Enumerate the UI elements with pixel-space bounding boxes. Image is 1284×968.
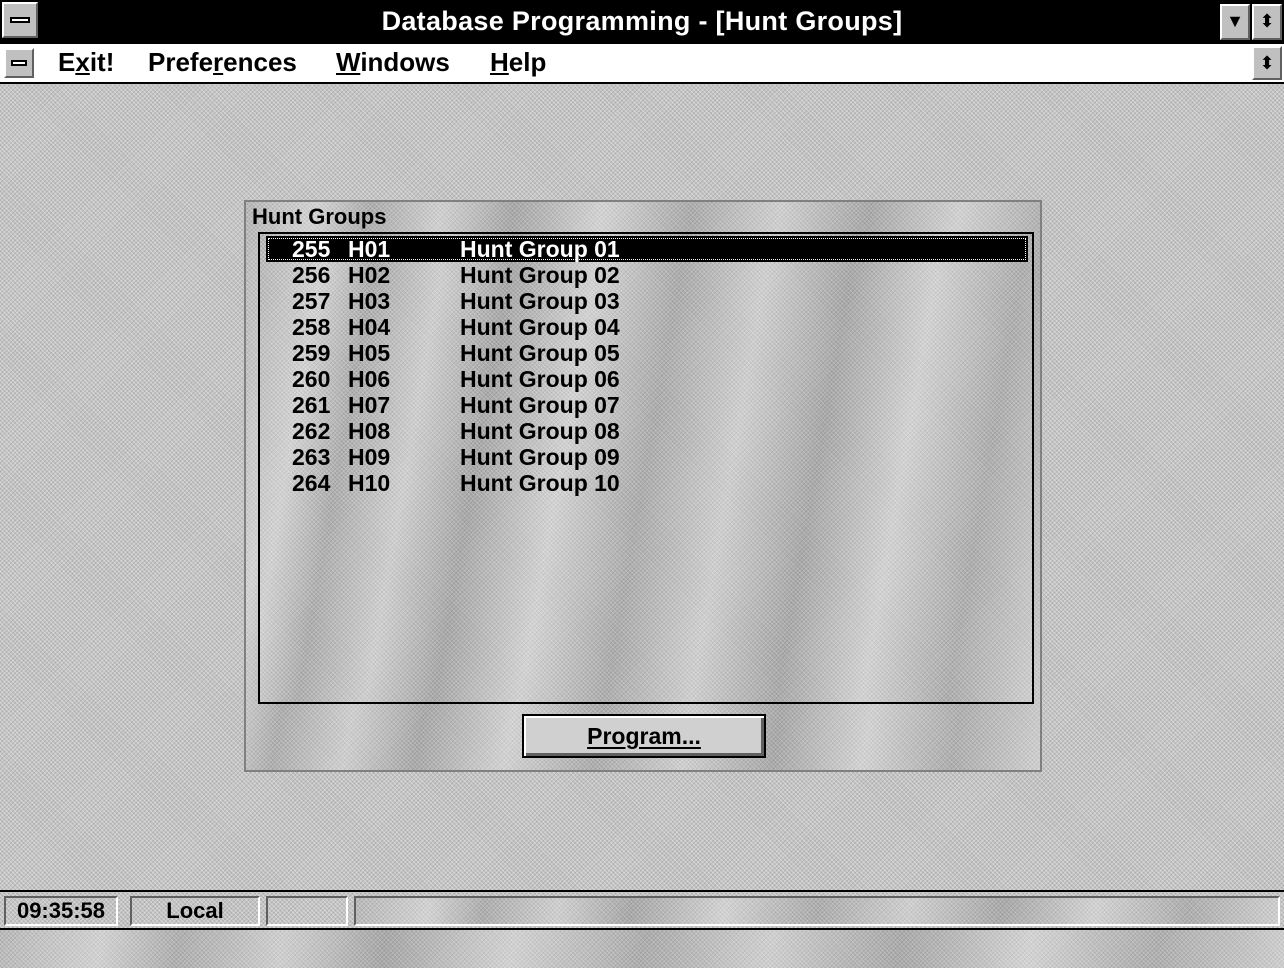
menu-preferences[interactable]: Preferences: [148, 46, 297, 78]
list-item-code: H08: [348, 418, 391, 444]
hunt-groups-list[interactable]: 255 H01 Hunt Group 01 256 H02 Hunt Group 02 25…: [258, 232, 1034, 704]
status-time: 09:35:58: [4, 896, 118, 926]
list-item-name: Hunt Group 10: [460, 470, 620, 496]
restore-button[interactable]: ⬍: [1252, 4, 1282, 40]
list-item-name: Hunt Group 07: [460, 392, 620, 418]
list-item-name: Hunt Group 09: [460, 444, 620, 470]
list-item[interactable]: 261 H07 Hunt Group 07: [266, 392, 1028, 418]
list-item[interactable]: 258 H04 Hunt Group 04: [266, 314, 1028, 340]
list-item-name: Hunt Group 06: [460, 366, 620, 392]
list-item[interactable]: 256 H02 Hunt Group 02: [266, 262, 1028, 288]
program-button-label: Program...: [587, 723, 701, 749]
menu-bar: Exit! Preferences Windows Help ⬍: [0, 44, 1284, 84]
list-item[interactable]: 262 H08 Hunt Group 08: [266, 418, 1028, 444]
list-item-code: H04: [348, 314, 391, 340]
list-item-name: Hunt Group 05: [460, 340, 620, 366]
list-item-code: H10: [348, 470, 391, 496]
list-item-num: 262: [292, 418, 331, 444]
title-bar: Database Programming - [Hunt Groups] ▼ ⬍: [0, 0, 1284, 46]
list-item-num: 257: [292, 288, 331, 314]
menu-exit[interactable]: Exit!: [58, 46, 114, 78]
status-field: [266, 896, 348, 926]
restore-arrow-icon: ⬍: [1259, 11, 1275, 31]
list-item-num: 258: [292, 314, 331, 340]
menu-windows[interactable]: Windows: [336, 46, 450, 78]
window-title: Database Programming - [Hunt Groups]: [381, 6, 903, 36]
list-item-num: 259: [292, 340, 331, 366]
status-bar: 09:35:58 Local: [0, 890, 1284, 930]
document-restore-button[interactable]: ⬍: [1252, 46, 1282, 80]
minimize-button[interactable]: ▼: [1220, 4, 1250, 40]
list-item[interactable]: 263 H09 Hunt Group 09: [266, 444, 1028, 470]
list-item-code: H07: [348, 392, 391, 418]
list-item-name: Hunt Group 08: [460, 418, 620, 444]
menu-help[interactable]: Help: [490, 46, 546, 78]
list-item-num: 260: [292, 366, 331, 392]
list-item[interactable]: 260 H06 Hunt Group 06: [266, 366, 1028, 392]
list-item-code: H06: [348, 366, 391, 392]
list-item-name: Hunt Group 01: [460, 236, 620, 262]
list-item[interactable]: 259 H05 Hunt Group 05: [266, 340, 1028, 366]
list-item-code: H09: [348, 444, 391, 470]
list-item-num: 255: [292, 236, 331, 262]
hunt-groups-dialog: Hunt Groups 255 H01 Hunt Group 01 256 H02 Hun…: [244, 200, 1042, 772]
list-item-num: 256: [292, 262, 331, 288]
dialog-title: Hunt Groups: [252, 204, 387, 229]
list-item[interactable]: 264 H10 Hunt Group 10: [266, 470, 1028, 496]
list-item-code: H02: [348, 262, 391, 288]
status-message-area: [354, 896, 1280, 926]
list-item-num: 264: [292, 470, 331, 496]
document-menu-icon[interactable]: [4, 48, 34, 78]
document-restore-icon: ⬍: [1259, 53, 1275, 73]
list-item-name: Hunt Group 03: [460, 288, 620, 314]
list-item[interactable]: 257 H03 Hunt Group 03: [266, 288, 1028, 314]
list-item-name: Hunt Group 02: [460, 262, 620, 288]
status-mode: Local: [130, 896, 260, 926]
list-item-name: Hunt Group 04: [460, 314, 620, 340]
list-item[interactable]: 255 H01 Hunt Group 01: [266, 236, 1028, 262]
list-item-code: H01: [348, 236, 391, 262]
list-item-code: H05: [348, 340, 391, 366]
minimize-arrow-icon: ▼: [1226, 11, 1244, 31]
program-button[interactable]: Program...: [522, 714, 766, 758]
list-item-code: H03: [348, 288, 391, 314]
list-item-num: 263: [292, 444, 331, 470]
list-item-num: 261: [292, 392, 331, 418]
bottom-bar: [0, 928, 1284, 968]
